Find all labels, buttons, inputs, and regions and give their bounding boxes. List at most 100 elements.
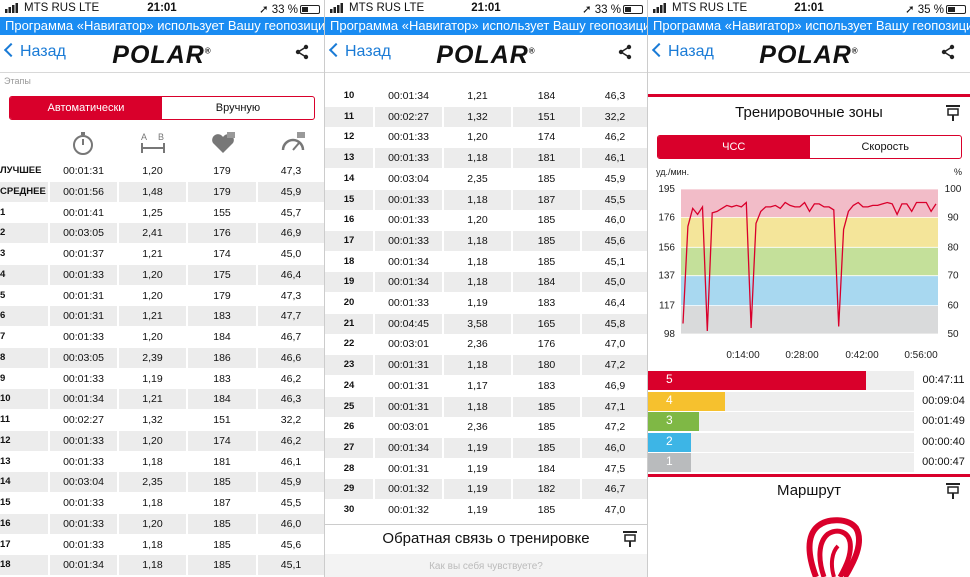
lap-time: 00:01:31 bbox=[375, 355, 442, 376]
lap-distance: 1,32 bbox=[444, 106, 511, 127]
lap-speed: 45,9 bbox=[258, 181, 324, 202]
lap-time: 00:01:34 bbox=[50, 389, 117, 410]
zone-bar: 4 bbox=[648, 391, 914, 411]
lap-speed: 46,6 bbox=[258, 347, 324, 368]
lap-speed: 45,5 bbox=[582, 189, 647, 210]
lap-label: 15 bbox=[0, 493, 48, 513]
lap-distance: 1,20 bbox=[444, 210, 511, 231]
pin-icon[interactable] bbox=[946, 483, 960, 499]
lap-label: 20 bbox=[325, 293, 373, 313]
lap-heart-rate: 182 bbox=[513, 479, 580, 500]
table-row: 11 00:02:27 1,32 151 32,2 bbox=[325, 106, 647, 127]
lap-distance: 3,58 bbox=[444, 313, 511, 334]
geolocation-banner[interactable]: Программа «Навигатор» использует Вашу ге… bbox=[0, 17, 324, 35]
lap-label: 1 bbox=[0, 202, 48, 223]
pin-icon[interactable] bbox=[623, 531, 637, 547]
hr-tab[interactable]: ЧСС bbox=[658, 136, 810, 158]
svg-text:B: B bbox=[158, 132, 164, 142]
zone-bar-fill bbox=[648, 371, 867, 390]
zone-bar-fill bbox=[648, 412, 699, 432]
lap-time: 00:01:33 bbox=[50, 513, 117, 534]
lap-time: 00:03:05 bbox=[50, 347, 117, 368]
lap-speed: 46,0 bbox=[582, 210, 647, 231]
geolocation-banner[interactable]: Программа «Навигатор» использует Вашу ге… bbox=[648, 17, 970, 35]
lap-time: 00:01:34 bbox=[50, 555, 117, 576]
battery-percent: 33 % bbox=[594, 4, 621, 16]
lap-speed: 45,1 bbox=[258, 555, 324, 576]
lap-label: 7 bbox=[0, 327, 48, 347]
lap-time: 00:01:41 bbox=[50, 202, 117, 223]
lap-heart-rate: 180 bbox=[513, 355, 580, 376]
lap-label: 21 bbox=[325, 313, 373, 334]
lap-heart-rate: 179 bbox=[188, 181, 256, 202]
lap-time: 00:01:33 bbox=[50, 451, 117, 472]
table-row: 16 00:01:33 1,20 185 46,0 bbox=[0, 513, 324, 534]
table-row: 14 00:03:04 2,35 185 45,9 bbox=[325, 168, 647, 189]
lap-speed: 47,1 bbox=[582, 396, 647, 417]
lap-time: 00:01:33 bbox=[50, 493, 117, 513]
route-map[interactable] bbox=[648, 506, 970, 577]
lap-label: 6 bbox=[0, 306, 48, 327]
lap-distance: 1,19 bbox=[119, 368, 186, 389]
feedback-prompt[interactable]: Как вы себя чувствуете? bbox=[325, 554, 647, 577]
lap-heart-rate: 184 bbox=[513, 458, 580, 479]
lap-speed: 47,3 bbox=[258, 161, 324, 181]
table-row: 18 00:01:34 1,18 185 45,1 bbox=[0, 555, 324, 576]
lap-distance: 1,20 bbox=[119, 264, 186, 285]
table-row: 23 00:01:31 1,18 180 47,2 bbox=[325, 355, 647, 376]
share-icon[interactable] bbox=[617, 44, 633, 60]
svg-text:A: A bbox=[141, 132, 147, 142]
lap-label: 17 bbox=[325, 230, 373, 251]
zone-time: 00:00:40 bbox=[916, 432, 970, 452]
zones-section-header[interactable]: Тренировочные зоны bbox=[648, 97, 970, 129]
route-section-header[interactable]: Маршрут bbox=[648, 477, 970, 506]
lap-time: 00:02:27 bbox=[50, 410, 117, 430]
lap-distance: 2,36 bbox=[444, 417, 511, 438]
pin-icon[interactable] bbox=[946, 105, 960, 121]
lap-distance: 1,18 bbox=[444, 355, 511, 376]
lap-distance: 1,18 bbox=[444, 230, 511, 251]
share-icon[interactable] bbox=[294, 44, 310, 60]
lap-heart-rate: 174 bbox=[188, 430, 256, 451]
lap-label: СРЕДНЕЕ bbox=[0, 181, 48, 202]
table-row: 10 00:01:34 1,21 184 46,3 bbox=[0, 389, 324, 410]
battery-indicator: ➚ 33 % bbox=[582, 2, 643, 16]
lap-time: 00:01:33 bbox=[375, 293, 442, 313]
lap-label: 12 bbox=[325, 127, 373, 148]
y-tick-label: 156 bbox=[658, 242, 675, 253]
status-bar: MTS RUS LTE 21:01 ➚ 33 % bbox=[0, 0, 324, 17]
manual-laps-tab[interactable]: Вручную bbox=[162, 97, 314, 119]
lap-heart-rate: 165 bbox=[513, 313, 580, 334]
lap-label: 18 bbox=[0, 555, 48, 576]
feedback-section-header[interactable]: Обратная связь о тренировке bbox=[325, 524, 647, 554]
speed-tab[interactable]: Скорость bbox=[810, 136, 962, 158]
lap-speed: 46,2 bbox=[582, 127, 647, 148]
lap-label: 8 bbox=[0, 347, 48, 368]
geolocation-banner[interactable]: Программа «Навигатор» использует Вашу ге… bbox=[325, 17, 647, 35]
lap-speed: 46,0 bbox=[258, 513, 324, 534]
lap-label: 10 bbox=[325, 86, 373, 106]
lap-label: 14 bbox=[325, 168, 373, 189]
lap-speed: 47,2 bbox=[582, 355, 647, 376]
zone-number: 4 bbox=[666, 392, 673, 407]
lap-heart-rate: 185 bbox=[188, 472, 256, 493]
battery-icon bbox=[946, 5, 966, 14]
lap-heart-rate: 176 bbox=[188, 223, 256, 244]
speed-gauge-icon bbox=[281, 132, 305, 151]
lap-time: 00:01:31 bbox=[50, 285, 117, 306]
y-right-tick-label: 60 bbox=[947, 301, 959, 312]
lap-time: 00:01:33 bbox=[50, 430, 117, 451]
battery-percent: 33 % bbox=[271, 4, 298, 16]
lap-label: 17 bbox=[0, 534, 48, 555]
table-row: 15 00:01:33 1,18 187 45,5 bbox=[325, 189, 647, 210]
share-icon[interactable] bbox=[940, 44, 956, 60]
lap-time: 00:03:01 bbox=[375, 334, 442, 355]
auto-laps-tab[interactable]: Автоматически bbox=[10, 97, 162, 119]
lap-label: 2 bbox=[0, 223, 48, 244]
laps-screen-2: MTS RUS LTE 21:01 ➚ 33 % Программа «Нави… bbox=[324, 0, 647, 577]
y-right-tick-label: 100 bbox=[945, 184, 962, 195]
table-row: 18 00:01:34 1,18 185 45,1 bbox=[325, 251, 647, 272]
y-axis-unit: уд./мин. bbox=[656, 167, 689, 177]
lap-heart-rate: 181 bbox=[188, 451, 256, 472]
lap-heart-rate: 179 bbox=[188, 161, 256, 181]
